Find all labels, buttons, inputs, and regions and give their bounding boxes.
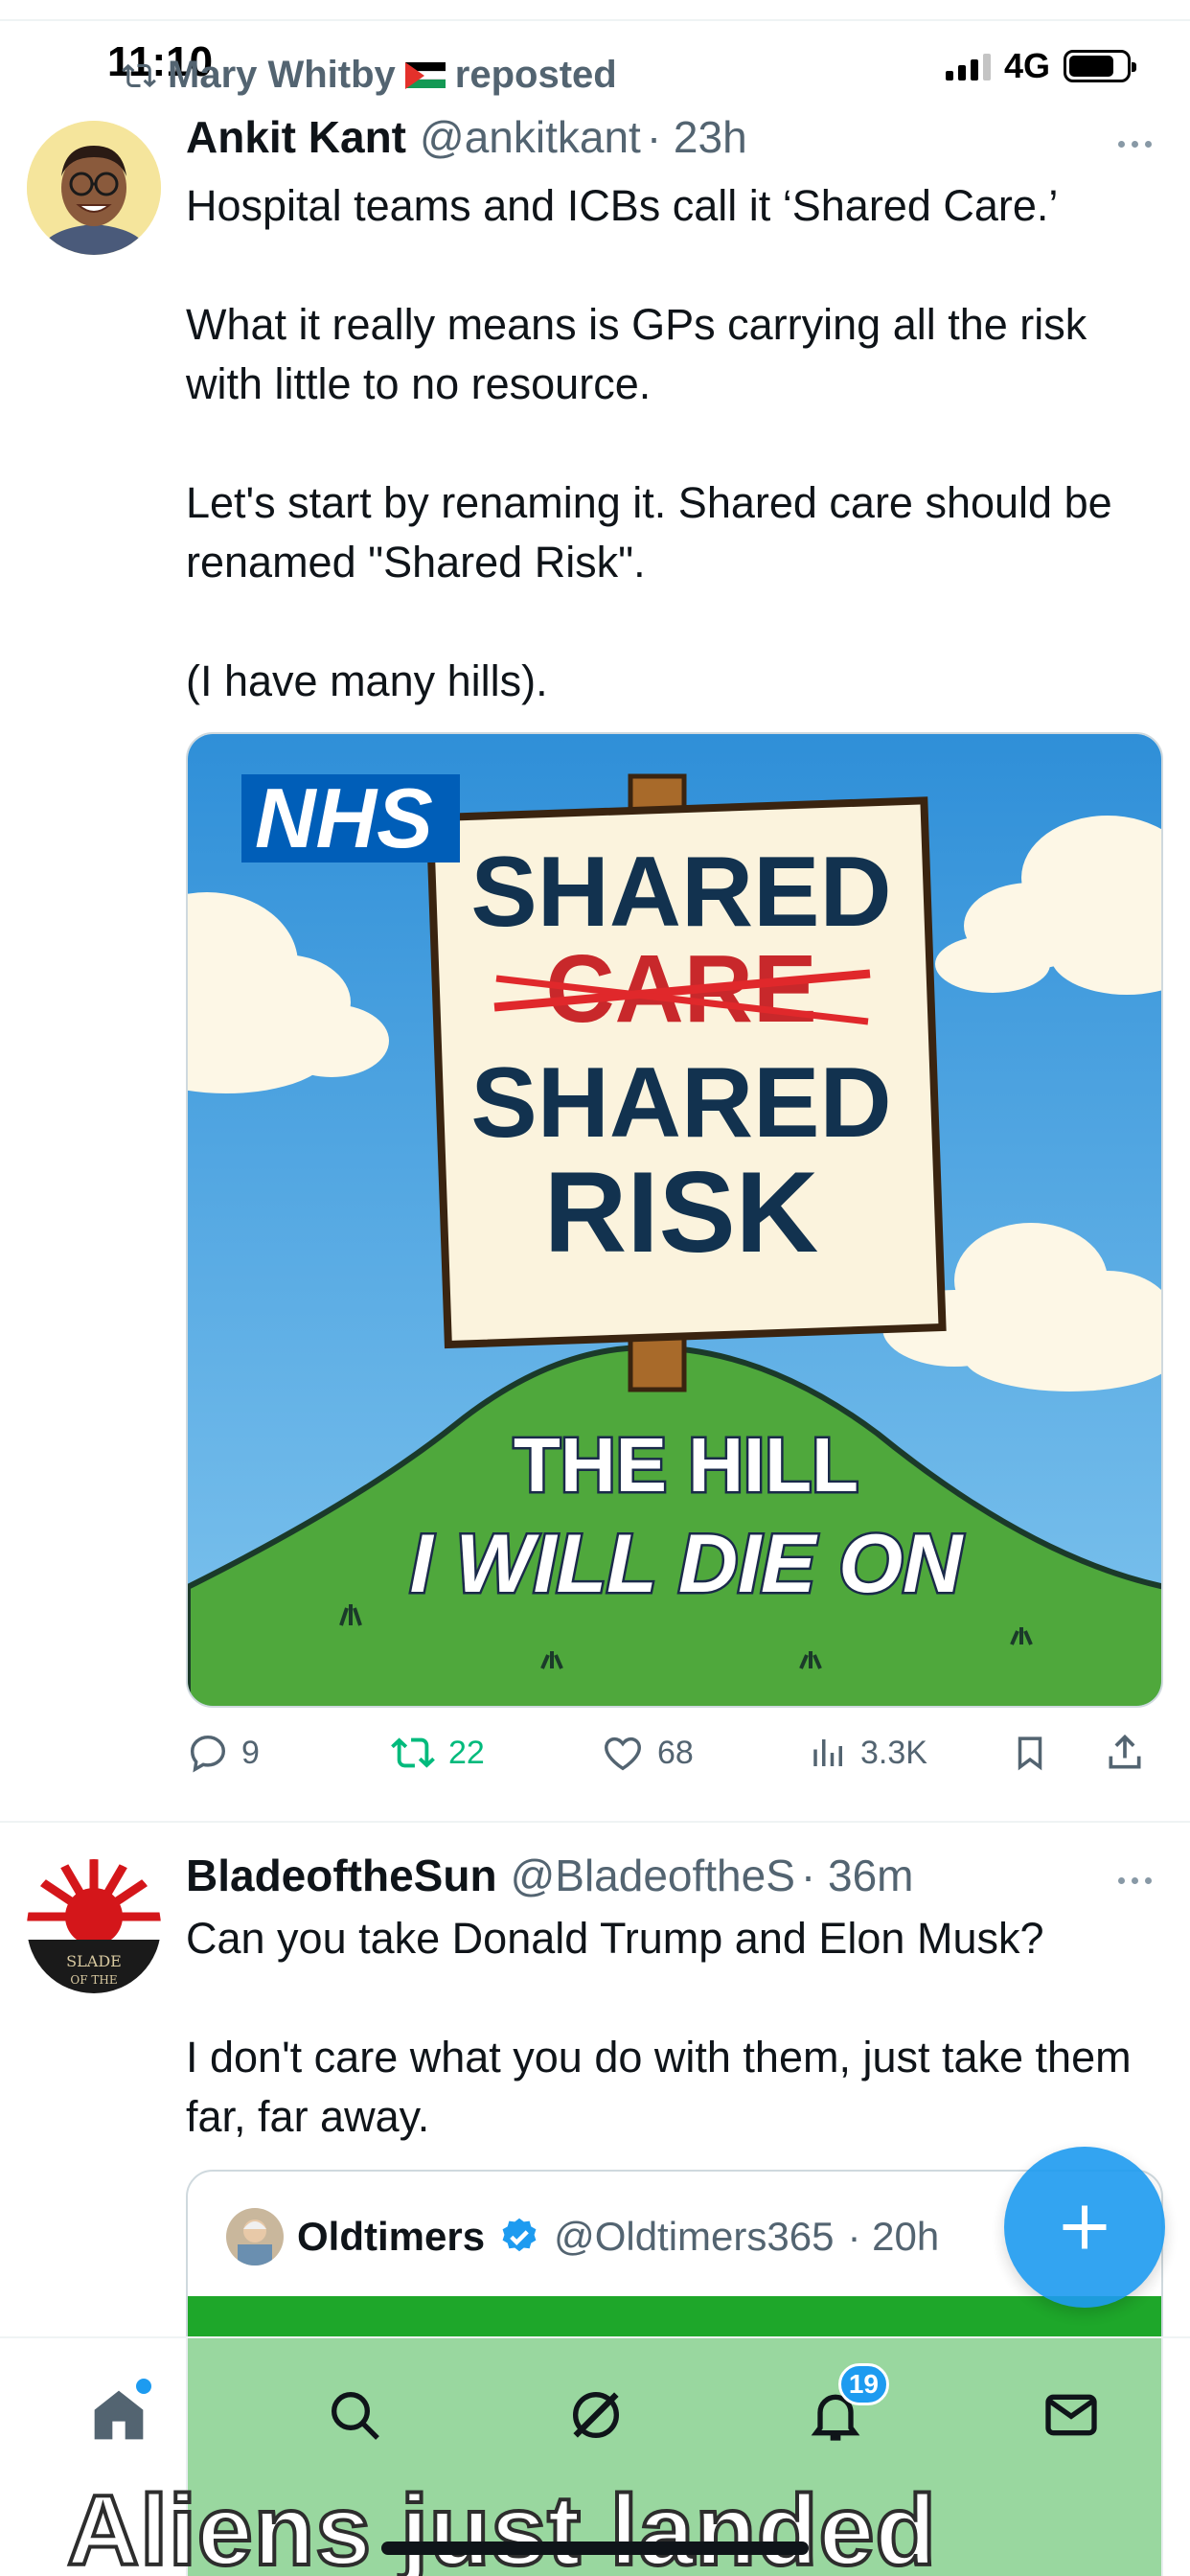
svg-text:SLADE: SLADE: [66, 1952, 122, 1970]
repost-button[interactable]: 22: [389, 1731, 485, 1775]
quoted-author-name: Oldtimers: [297, 2214, 486, 2259]
reply-button[interactable]: 9: [186, 1731, 260, 1775]
share-button[interactable]: [1104, 1731, 1146, 1775]
tab-search[interactable]: [316, 2377, 393, 2453]
cellular-signal-icon: [945, 52, 991, 80]
tab-grok[interactable]: [558, 2377, 634, 2453]
quoted-tweet-header: Oldtimers @Oldtimers365 · 20h: [226, 2208, 939, 2266]
rising-sun-avatar-image: SLADE OF THE: [27, 1859, 161, 1993]
tweet-header: BladeoftheSun @BladeoftheS · 36m: [186, 1850, 914, 1901]
tweet-paragraph: Hospital teams and ICBs call it ‘Shared …: [186, 181, 1059, 230]
tweet-image[interactable]: NHS SHARED CARE SHARED RISK THE HILL I W…: [186, 732, 1163, 1708]
tweet-paragraph: Can you take Donald Trump and Elon Musk?: [186, 1914, 1044, 1963]
repost-icon: [122, 63, 156, 87]
author-name[interactable]: BladeoftheSun: [186, 1850, 497, 1901]
tweet-body: Can you take Donald Trump and Elon Musk?…: [186, 1909, 1163, 2147]
tweet-paragraph: I don't care what you do with them, just…: [186, 2033, 1132, 2141]
author-handle[interactable]: @ankitkant: [420, 111, 641, 163]
view-count: 3.3K: [860, 1734, 927, 1771]
shared-risk-illustration: NHS SHARED CARE SHARED RISK THE HILL I W…: [188, 734, 1161, 1706]
nhs-badge: NHS: [255, 770, 433, 865]
avatar-bladeofthesun[interactable]: SLADE OF THE: [27, 1859, 161, 1993]
author-handle[interactable]: @BladeoftheS: [511, 1850, 795, 1901]
tweet-action-bar: 9 22 68 3.3K: [186, 1731, 1144, 1788]
reposter-name: Mary Whitby: [168, 54, 396, 96]
tweet-paragraph: Let's start by renaming it. Shared care …: [186, 478, 1112, 586]
tab-home[interactable]: [80, 2377, 157, 2453]
quoted-author-handle: @Oldtimers365: [554, 2214, 835, 2259]
reply-count: 9: [241, 1734, 260, 1771]
bookmark-icon: [1018, 1736, 1042, 1771]
share-icon: [1109, 1734, 1141, 1769]
avatar-ankit[interactable]: [27, 121, 161, 255]
tab-messages[interactable]: [1033, 2377, 1110, 2453]
repost-icon: [391, 1737, 435, 1768]
like-button[interactable]: 68: [600, 1731, 694, 1775]
hill-line-1: THE HILL: [514, 1422, 858, 1507]
quoted-avatar: [226, 2208, 284, 2266]
tweet-paragraph: What it really means is GPs carrying all…: [186, 300, 1087, 408]
status-indicators: 4G: [945, 46, 1136, 86]
quoted-image-caption: Aliens just landed: [65, 2473, 938, 2576]
like-count: 68: [657, 1734, 694, 1771]
hill-line-2: I WILL DIE ON: [410, 1518, 964, 1610]
grok-icon: [573, 2392, 619, 2438]
heart-icon: [605, 1736, 641, 1771]
repost-indicator[interactable]: Mary Whitby reposted: [120, 54, 617, 97]
person-avatar-image: [27, 121, 161, 255]
tweet-paragraph: (I have many hills).: [186, 656, 548, 705]
home-unread-dot: [136, 2379, 151, 2394]
home-icon: [94, 2390, 144, 2440]
tweet-divider: [0, 1821, 1190, 1823]
home-indicator[interactable]: [381, 2542, 809, 2555]
bookmark-button[interactable]: [1010, 1731, 1050, 1775]
quoted-tweet-time: · 20h: [847, 2214, 940, 2259]
tweet-time[interactable]: · 36m: [801, 1850, 914, 1901]
tab-notifications[interactable]: 19: [797, 2363, 889, 2453]
reply-icon: [190, 1735, 226, 1773]
more-options-icon[interactable]: [1106, 134, 1163, 153]
sign-line-shared-2: SHARED: [470, 1047, 891, 1159]
notification-count-badge: 19: [837, 2363, 889, 2405]
views-icon: [813, 1739, 842, 1766]
more-options-icon[interactable]: [1106, 1871, 1163, 1890]
compose-post-button[interactable]: [1004, 2147, 1165, 2308]
tweet-time[interactable]: · 23h: [647, 111, 747, 163]
mail-icon: [1045, 2394, 1097, 2436]
x-timeline-screen: 11:10 4G Mary Whitby reposted Ankit Kant: [0, 0, 1190, 2576]
palestine-flag-icon: [404, 61, 446, 89]
tweet-body: Hospital teams and ICBs call it ‘Shared …: [186, 176, 1163, 711]
tweet-header: Ankit Kant @ankitkant · 23h: [186, 111, 747, 163]
svg-text:OF THE: OF THE: [70, 1973, 117, 1987]
search-icon: [332, 2392, 379, 2440]
sign-line-shared-1: SHARED: [470, 837, 891, 948]
sign-line-risk: RISK: [544, 1148, 819, 1276]
repost-suffix: reposted: [454, 54, 617, 96]
plus-icon: [1063, 2205, 1107, 2249]
views-button[interactable]: 3.3K: [809, 1731, 927, 1775]
repost-count: 22: [448, 1734, 485, 1771]
author-name[interactable]: Ankit Kant: [186, 111, 406, 163]
network-type: 4G: [1003, 46, 1050, 85]
battery-icon: [1064, 50, 1136, 82]
verified-badge-icon: [502, 2218, 537, 2252]
